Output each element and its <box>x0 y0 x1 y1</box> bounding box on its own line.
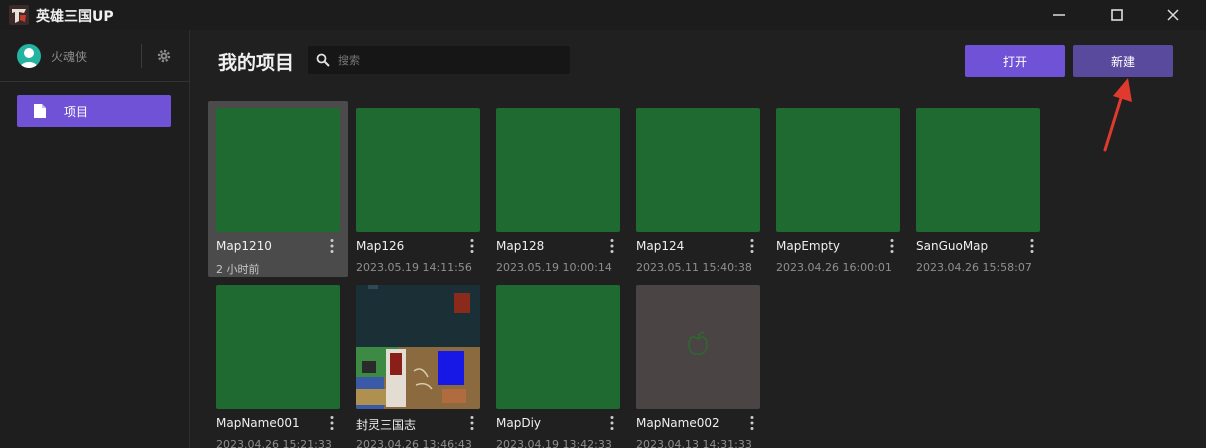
avatar[interactable] <box>17 44 41 68</box>
more-options-icon[interactable] <box>749 238 755 254</box>
project-card[interactable]: MapName001 2023.04.26 15:21:33 <box>208 278 348 448</box>
project-card[interactable]: Map128 2023.05.19 10:00:14 <box>488 101 628 277</box>
project-thumbnail <box>636 108 760 232</box>
more-options-icon[interactable] <box>469 415 475 431</box>
project-thumbnail <box>216 108 340 232</box>
file-icon <box>34 104 46 118</box>
project-card[interactable]: MapName002 2023.04.13 14:31:33 <box>628 278 768 448</box>
app-title: 英雄三国UP <box>36 9 114 25</box>
project-date: 2 小时前 <box>216 263 260 276</box>
project-date: 2023.04.26 16:00:01 <box>776 261 892 274</box>
minimize-icon <box>1053 14 1065 16</box>
project-card[interactable]: 封灵三国志 2023.04.26 13:46:43 <box>348 278 488 448</box>
project-thumbnail <box>916 108 1040 232</box>
sidebar: 火魂侠 项目 <box>0 30 190 448</box>
project-date: 2023.04.26 15:21:33 <box>216 438 332 448</box>
project-card[interactable]: MapDiy 2023.04.19 13:42:33 <box>488 278 628 448</box>
search-box[interactable] <box>308 46 570 74</box>
sidebar-item-projects[interactable]: 项目 <box>17 95 171 127</box>
project-date: 2023.05.11 15:40:38 <box>636 261 752 274</box>
open-button[interactable]: 打开 <box>965 45 1065 77</box>
project-thumbnail <box>356 108 480 232</box>
page-title: 我的项目 <box>218 52 295 74</box>
project-grid: Map1210 2 小时前 Map126 2023.05.19 14:11:56… <box>208 101 1188 448</box>
project-name: SanGuoMap <box>916 239 989 253</box>
user-icon <box>20 48 38 68</box>
project-thumbnail-map-preview <box>356 285 480 409</box>
project-name: MapEmpty <box>776 239 841 253</box>
map-preview-image <box>356 285 480 409</box>
project-card[interactable]: Map126 2023.05.19 14:11:56 <box>348 101 488 277</box>
more-options-icon[interactable] <box>889 238 895 254</box>
title-bar: 英雄三国UP <box>0 0 1206 30</box>
project-date: 2023.04.19 13:42:33 <box>496 438 612 448</box>
project-thumbnail <box>636 285 760 409</box>
search-icon <box>316 53 330 67</box>
project-name: Map128 <box>496 239 545 253</box>
project-name: MapName001 <box>216 416 300 430</box>
project-name: Map124 <box>636 239 685 253</box>
project-thumbnail <box>496 108 620 232</box>
apple-icon <box>688 331 708 355</box>
project-date: 2023.04.13 14:31:33 <box>636 438 752 448</box>
project-card[interactable]: SanGuoMap 2023.04.26 15:58:07 <box>908 101 1048 277</box>
project-name: MapName002 <box>636 416 720 430</box>
project-thumbnail <box>216 285 340 409</box>
divider <box>141 44 142 68</box>
project-thumbnail <box>496 285 620 409</box>
more-options-icon[interactable] <box>749 415 755 431</box>
project-thumbnail <box>776 108 900 232</box>
project-date: 2023.04.26 13:46:43 <box>356 438 472 448</box>
search-input[interactable] <box>338 51 558 69</box>
close-button[interactable] <box>1150 0 1196 30</box>
project-date: 2023.05.19 14:11:56 <box>356 261 472 274</box>
more-options-icon[interactable] <box>609 238 615 254</box>
divider <box>0 81 190 82</box>
project-name: MapDiy <box>496 416 541 430</box>
project-date: 2023.05.19 10:00:14 <box>496 261 612 274</box>
project-card[interactable]: Map1210 2 小时前 <box>208 101 348 277</box>
new-button[interactable]: 新建 <box>1073 45 1173 77</box>
more-options-icon[interactable] <box>329 415 335 431</box>
project-card[interactable]: Map124 2023.05.11 15:40:38 <box>628 101 768 277</box>
user-name: 火魂侠 <box>51 50 88 64</box>
minimize-button[interactable] <box>1036 0 1082 30</box>
more-options-icon[interactable] <box>609 415 615 431</box>
project-name: Map1210 <box>216 239 272 253</box>
project-name: 封灵三国志 <box>356 418 417 432</box>
project-card[interactable]: MapEmpty 2023.04.26 16:00:01 <box>768 101 908 277</box>
maximize-button[interactable] <box>1094 0 1140 30</box>
project-name: Map126 <box>356 239 405 253</box>
project-date: 2023.04.26 15:58:07 <box>916 261 1032 274</box>
gear-icon[interactable] <box>156 48 172 64</box>
more-options-icon[interactable] <box>1029 238 1035 254</box>
more-options-icon[interactable] <box>469 238 475 254</box>
app-logo-icon <box>9 5 29 25</box>
sidebar-item-label: 项目 <box>64 104 89 119</box>
close-icon <box>1167 9 1179 21</box>
maximize-icon <box>1111 9 1123 21</box>
more-options-icon[interactable] <box>329 238 335 254</box>
